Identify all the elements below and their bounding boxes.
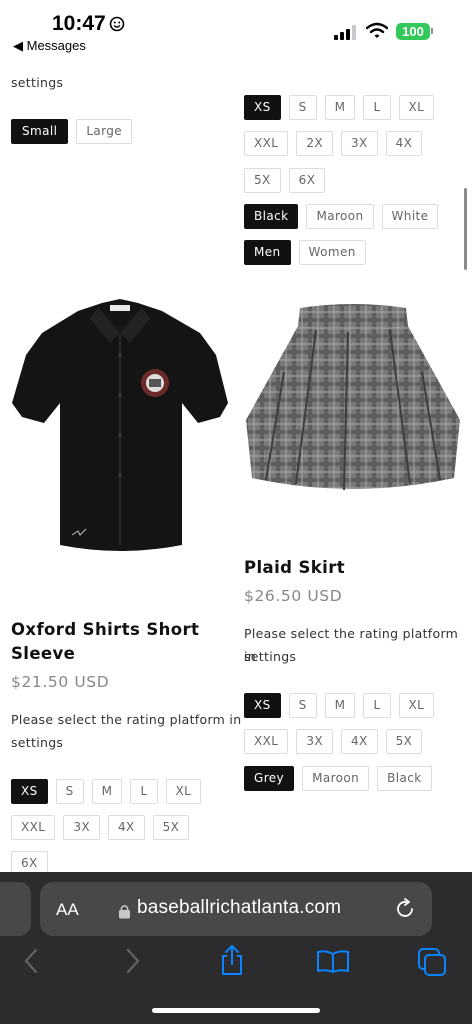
skirt-size-row-2: XXL 3X 4X 5X <box>244 729 423 754</box>
shirt-title-line2[interactable]: Sleeve <box>11 642 75 666</box>
skirt-size-xs[interactable]: XS <box>244 693 281 718</box>
shirt-size-row-1: XS S M L XL <box>11 779 202 804</box>
size-l[interactable]: L <box>363 95 391 120</box>
top-left-size-options: Small Large <box>11 119 133 144</box>
option-large[interactable]: Large <box>76 119 133 144</box>
wifi-icon <box>366 22 388 38</box>
share-icon[interactable] <box>219 944 245 976</box>
shirt-price: $21.50 USD <box>11 673 110 691</box>
top-right-gender-options: Men Women <box>244 240 366 265</box>
shirt-size-xxl[interactable]: XXL <box>11 815 56 840</box>
product-page: settings Small Large XS S M L XL XXL 2X … <box>0 0 472 1024</box>
skirt-size-l[interactable]: L <box>363 693 391 718</box>
shirt-title-line1[interactable]: Oxford Shirts Short <box>11 618 199 642</box>
skirt-size-xxl[interactable]: XXL <box>244 729 289 754</box>
size-5x[interactable]: 5X <box>244 168 281 193</box>
status-time: 10:47 <box>52 12 106 35</box>
shirt-size-xl[interactable]: XL <box>165 779 202 804</box>
oxford-shirt-image[interactable] <box>10 295 230 561</box>
text-size-button[interactable]: AA <box>56 898 79 921</box>
reload-icon[interactable] <box>396 898 416 920</box>
skirt-size-5x[interactable]: 5X <box>385 729 423 754</box>
size-xxl[interactable]: XXL <box>244 131 289 156</box>
size-s[interactable]: S <box>288 95 317 120</box>
shirt-size-3x[interactable]: 3X <box>63 815 100 840</box>
color-maroon[interactable]: Maroon <box>306 204 374 229</box>
shirt-size-l[interactable]: L <box>130 779 158 804</box>
skirt-color-maroon[interactable]: Maroon <box>302 766 370 791</box>
battery-indicator: 100 <box>396 23 430 40</box>
shirt-size-5x[interactable]: 5X <box>152 815 190 840</box>
size-xl[interactable]: XL <box>398 95 435 120</box>
skirt-price: $26.50 USD <box>244 587 343 605</box>
plaid-skirt-image[interactable] <box>244 302 462 498</box>
shirt-size-m[interactable]: M <box>91 779 123 804</box>
option-small[interactable]: Small <box>11 119 69 144</box>
size-xs[interactable]: XS <box>244 95 281 120</box>
shirt-size-xs[interactable]: XS <box>11 779 48 804</box>
battery-tip <box>431 28 433 34</box>
skirt-title[interactable]: Plaid Skirt <box>244 556 345 580</box>
face-icon <box>109 16 125 32</box>
skirt-color-options: Grey Maroon Black <box>244 766 432 791</box>
skirt-size-xl[interactable]: XL <box>398 693 435 718</box>
skirt-size-s[interactable]: S <box>288 693 317 718</box>
top-right-color-options: Black Maroon White <box>244 204 439 229</box>
previous-tab-preview[interactable] <box>0 882 31 936</box>
top-right-size-row-3: 5X 6X <box>244 168 326 193</box>
top-left-description: settings <box>11 75 64 90</box>
skirt-size-row-1: XS S M L XL <box>244 693 435 718</box>
scroll-indicator[interactable] <box>464 188 467 270</box>
size-3x[interactable]: 3X <box>340 131 378 156</box>
shirt-description-line2: settings <box>11 735 64 750</box>
size-2x[interactable]: 2X <box>296 131 333 156</box>
skirt-size-m[interactable]: M <box>324 693 356 718</box>
shirt-size-s[interactable]: S <box>55 779 84 804</box>
size-6x[interactable]: 6X <box>288 168 326 193</box>
shirt-size-4x[interactable]: 4X <box>107 815 145 840</box>
text-size-label: AA <box>56 900 79 919</box>
shirt-size-row-2: XXL 3X 4X 5X <box>11 815 190 840</box>
lock-icon <box>119 904 130 919</box>
skirt-size-3x[interactable]: 3X <box>296 729 333 754</box>
status-bar: 10:47 ◀ Messages 100 <box>0 0 472 60</box>
size-4x[interactable]: 4X <box>385 131 423 156</box>
tabs-icon[interactable] <box>417 947 447 977</box>
skirt-size-4x[interactable]: 4X <box>340 729 378 754</box>
skirt-color-grey[interactable]: Grey <box>244 766 295 791</box>
gender-men[interactable]: Men <box>244 240 291 265</box>
home-indicator[interactable] <box>152 1008 320 1013</box>
back-icon[interactable] <box>23 948 39 974</box>
shirt-description-line1: Please select the rating platform in <box>11 712 242 727</box>
browser-toolbar: AA baseballrichatlanta.com <box>0 872 472 1024</box>
color-black[interactable]: Black <box>244 204 299 229</box>
address-bar[interactable]: AA baseballrichatlanta.com <box>40 882 432 936</box>
forward-icon[interactable] <box>125 948 141 974</box>
url-text[interactable]: baseballrichatlanta.com <box>137 897 341 919</box>
back-to-messages[interactable]: ◀ Messages <box>13 38 86 54</box>
size-m[interactable]: M <box>324 95 356 120</box>
top-right-size-row-2: XXL 2X 3X 4X <box>244 131 423 156</box>
bookmarks-icon[interactable] <box>316 950 350 974</box>
signal-icon <box>334 24 358 40</box>
color-white[interactable]: White <box>381 204 439 229</box>
skirt-color-black[interactable]: Black <box>377 766 432 791</box>
gender-women[interactable]: Women <box>298 240 366 265</box>
top-right-size-row-1: XS S M L XL <box>244 95 435 120</box>
skirt-description-line2: settings <box>244 649 297 664</box>
